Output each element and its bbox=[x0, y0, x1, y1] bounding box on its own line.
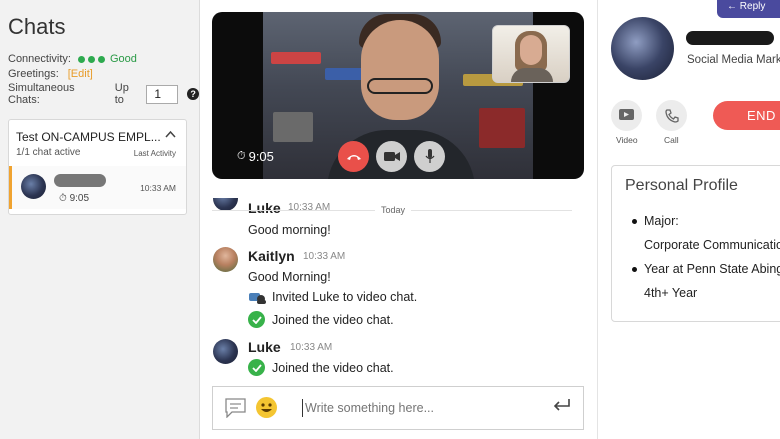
connectivity-row: Connectivity: Good bbox=[8, 53, 137, 65]
profile-year-value: 4th+ Year bbox=[644, 286, 698, 300]
simultaneous-upto: Up to bbox=[114, 82, 129, 106]
chat-queue-card: Test ON-CAMPUS EMPL... 1/1 chat active L… bbox=[8, 119, 187, 215]
chats-sidebar: Chats Connectivity: Good Greetings: [Edi… bbox=[0, 0, 200, 439]
connectivity-label: Connectivity: bbox=[8, 53, 71, 65]
queue-sort-label[interactable]: Last Activity bbox=[134, 149, 176, 158]
video-button[interactable] bbox=[611, 100, 642, 131]
connectivity-dots-icon bbox=[77, 55, 105, 63]
hangup-icon bbox=[346, 154, 361, 160]
call-timer: ⏱ 9:05 bbox=[237, 149, 274, 164]
message-author: Kaitlyn bbox=[248, 248, 295, 264]
greetings-edit-link[interactable]: [Edit] bbox=[68, 68, 93, 80]
call-button-label: Call bbox=[664, 135, 679, 145]
message-text: Good Morning! bbox=[248, 270, 331, 284]
video-icon bbox=[619, 109, 634, 120]
call-button[interactable] bbox=[656, 100, 687, 131]
connectivity-status: Good bbox=[109, 53, 137, 65]
simultaneous-row: Simultaneous Chats: Up to ? bbox=[8, 82, 199, 106]
greetings-row: Greetings: [Edit] bbox=[8, 68, 93, 80]
conversation-panel: ⏱ 9:05 Luke 10:33 AM Today Good morning!… bbox=[200, 0, 780, 439]
queue-title: Test ON-CAMPUS EMPL... bbox=[16, 130, 161, 144]
video-invite-icon bbox=[248, 290, 267, 304]
personal-profile-card: Personal Profile Major: Corporate Commun… bbox=[611, 165, 780, 322]
phone-icon bbox=[664, 108, 679, 123]
queue-active-count: 1/1 chat active bbox=[16, 147, 81, 158]
avatar bbox=[213, 247, 238, 272]
simultaneous-input[interactable] bbox=[146, 84, 179, 104]
video-button-label: Video bbox=[616, 135, 638, 145]
video-call-area: ⏱ 9:05 bbox=[212, 12, 584, 179]
message-time: 10:33 AM bbox=[290, 342, 333, 353]
profile-major-value: Corporate Communication bbox=[644, 238, 780, 252]
mic-toggle-button[interactable] bbox=[414, 141, 445, 172]
profile-year-label: Year at Penn State Abingto bbox=[644, 262, 780, 276]
stopwatch-icon: ⏱ bbox=[237, 150, 246, 162]
simultaneous-label: Simultaneous Chats: bbox=[8, 82, 75, 106]
message-time: 10:33 AM bbox=[303, 251, 346, 262]
microphone-icon bbox=[424, 149, 435, 163]
help-icon[interactable]: ? bbox=[187, 88, 199, 100]
profile-title: Personal Profile bbox=[625, 177, 738, 194]
date-divider-label: Today bbox=[375, 205, 412, 215]
chevron-up-icon[interactable] bbox=[165, 129, 176, 141]
chat-bubble-icon[interactable] bbox=[225, 398, 246, 423]
message-time: 10:33 AM bbox=[288, 202, 331, 213]
redacted-visitor-name bbox=[686, 31, 774, 45]
avatar bbox=[213, 339, 238, 364]
camera-toggle-button[interactable] bbox=[376, 141, 407, 172]
sidebar-title: Chats bbox=[8, 14, 66, 39]
chat-list-item[interactable]: ⏱ 9:05 10:33 AM bbox=[9, 166, 186, 209]
system-message: Joined the video chat. bbox=[248, 359, 394, 376]
message-author: Luke bbox=[248, 200, 281, 216]
message-input[interactable] bbox=[302, 399, 532, 417]
visitor-details-panel: ← Reply Social Media Mark Video Call END… bbox=[597, 0, 780, 439]
self-video-preview[interactable] bbox=[492, 25, 570, 83]
visitor-avatar bbox=[611, 17, 674, 80]
reply-banner[interactable]: ← Reply bbox=[717, 0, 780, 18]
checkmark-icon bbox=[248, 311, 265, 328]
reply-arrow-icon: ← bbox=[727, 1, 737, 12]
send-enter-icon[interactable] bbox=[553, 398, 571, 417]
message-list: Luke 10:33 AM Today Good morning! Kaitly… bbox=[212, 198, 584, 384]
system-message: Joined the video chat. bbox=[248, 311, 394, 328]
camera-icon bbox=[383, 152, 400, 161]
end-chat-button[interactable]: END C bbox=[713, 101, 780, 130]
visitor-role: Social Media Mark bbox=[687, 54, 780, 66]
message-author: Luke bbox=[248, 339, 281, 355]
checkmark-icon bbox=[248, 359, 265, 376]
chat-duration: ⏱ 9:05 bbox=[59, 193, 90, 204]
system-message: Invited Luke to video chat. bbox=[248, 290, 417, 304]
profile-major-label: Major: bbox=[644, 214, 679, 228]
avatar bbox=[21, 174, 46, 199]
chat-timestamp: 10:33 AM bbox=[140, 183, 176, 193]
message-composer bbox=[212, 386, 584, 430]
end-call-button[interactable] bbox=[338, 141, 369, 172]
emoji-icon[interactable] bbox=[256, 397, 277, 418]
redacted-name bbox=[54, 174, 106, 187]
message-text: Good morning! bbox=[248, 223, 331, 237]
greetings-label: Greetings: bbox=[8, 68, 59, 80]
stopwatch-icon: ⏱ bbox=[59, 193, 67, 204]
